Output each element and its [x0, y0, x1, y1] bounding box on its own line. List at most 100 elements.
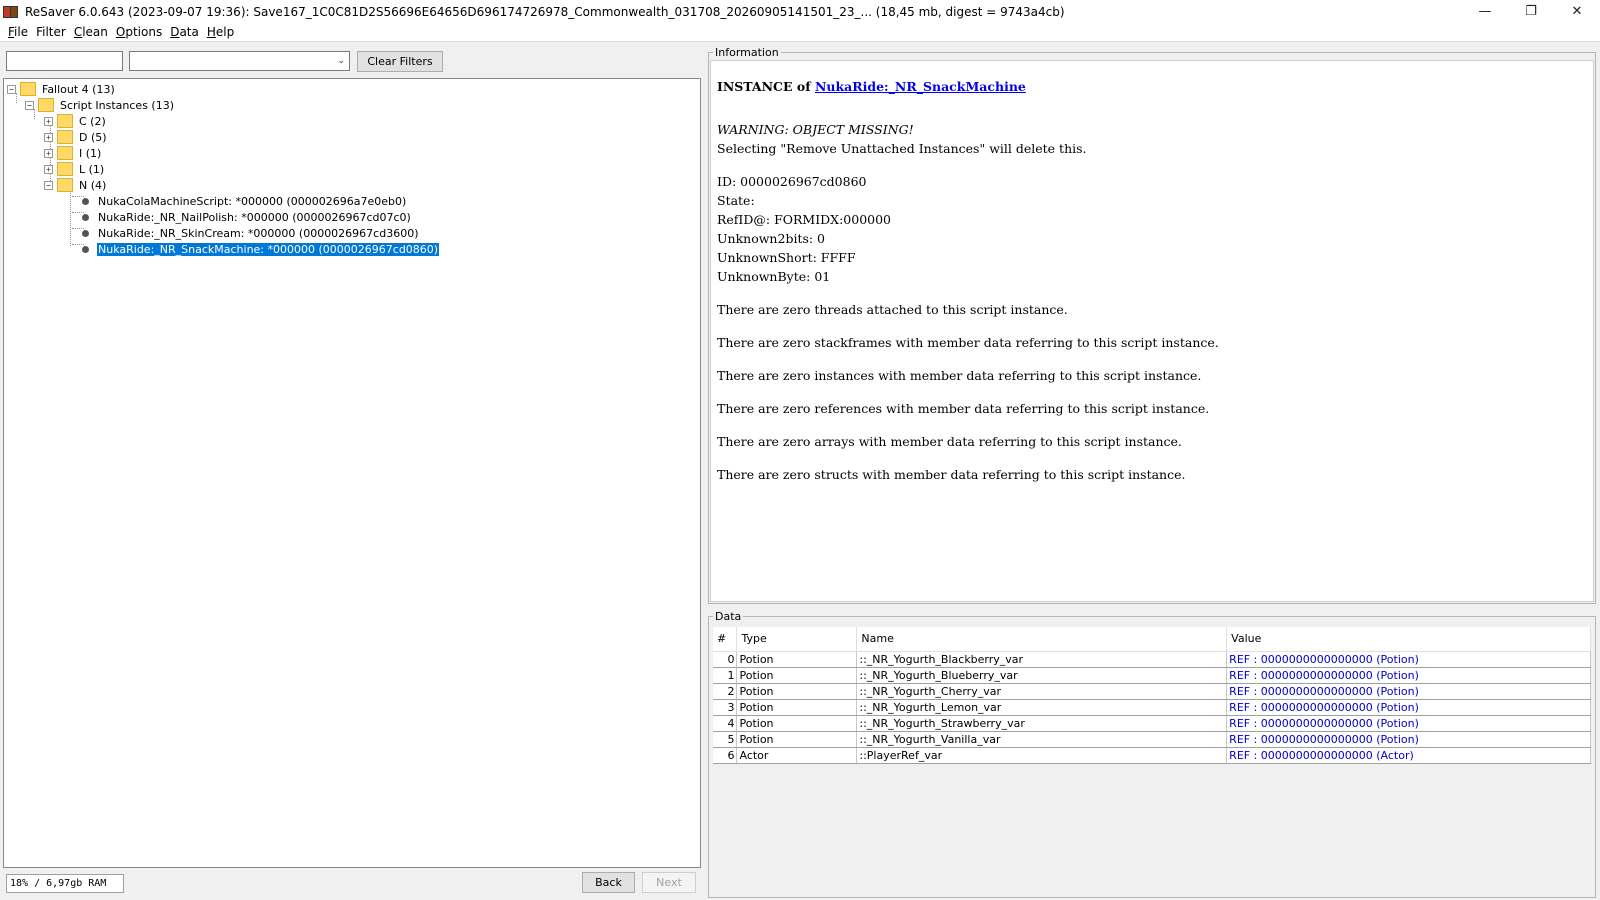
back-button[interactable]: Back — [582, 872, 635, 893]
expand-icon[interactable]: + — [44, 132, 53, 142]
row-type: Potion — [736, 731, 858, 748]
app-icon — [3, 5, 19, 19]
tree-leaf-label: NukaRide:_NR_SnackMachine: *000000 (0000… — [95, 241, 441, 257]
note-arrays: There are zero arrays with member data r… — [717, 434, 1182, 449]
tree-node-label: Fallout 4 (13) — [42, 82, 115, 96]
row-type: Potion — [736, 715, 858, 732]
table-row[interactable]: 4 Potion ::_NR_Yogurth_Strawberry_var RE… — [713, 715, 1591, 732]
table-row[interactable]: 2 Potion ::_NR_Yogurth_Cherry_var REF : … — [713, 683, 1591, 700]
filter-text-input[interactable] — [6, 51, 123, 71]
clear-filters-button[interactable]: Clear Filters — [357, 51, 443, 72]
expand-icon[interactable]: + — [44, 148, 53, 158]
memory-status: 18% / 6,97gb RAM — [6, 874, 124, 893]
column-header-index[interactable]: # — [713, 627, 738, 652]
row-name: ::PlayerRef_var — [856, 747, 1228, 764]
row-value-link[interactable]: REF : 0000000000000000 (Potion) — [1226, 731, 1591, 748]
row-index: 3 — [713, 699, 738, 716]
information-panel: Information INSTANCE of NukaRide:_NR_Sna… — [708, 46, 1596, 604]
tree-node-group-d[interactable]: + D (5) — [44, 129, 108, 145]
note-threads: There are zero threads attached to this … — [717, 302, 1068, 317]
tree-leaf-label: NukaRide:_NR_SkinCream: *000000 (0000026… — [98, 226, 419, 240]
table-row[interactable]: 3 Potion ::_NR_Yogurth_Lemon_var REF : 0… — [713, 699, 1591, 716]
menu-options[interactable]: Options — [112, 25, 166, 39]
minimize-button[interactable]: — — [1462, 0, 1508, 23]
collapse-icon[interactable]: − — [7, 84, 16, 94]
folder-icon — [38, 98, 54, 112]
note-instances: There are zero instances with member dat… — [717, 368, 1202, 383]
tree-node-label: D (5) — [79, 130, 107, 144]
tree-node-group-l[interactable]: + L (1) — [44, 161, 105, 177]
menu-file[interactable]: File — [4, 25, 32, 39]
folder-icon — [57, 130, 73, 144]
field-unknownshort: UnknownShort: FFFF — [717, 250, 856, 265]
column-header-value[interactable]: Value — [1226, 627, 1591, 652]
instance-type-link[interactable]: NukaRide:_NR_SnackMachine — [815, 79, 1026, 94]
warning-text: WARNING: OBJECT MISSING! — [717, 122, 914, 137]
data-table: # Type Name Value 0 Potion ::_NR_Yogurth… — [713, 627, 1591, 764]
tree-node-root[interactable]: − Fallout 4 (13) — [7, 81, 116, 97]
column-header-name[interactable]: Name — [856, 627, 1228, 652]
row-index: 0 — [713, 651, 738, 668]
expand-icon[interactable]: + — [44, 116, 53, 126]
tree-leaf-label: NukaColaMachineScript: *000000 (00000269… — [98, 194, 407, 208]
data-panel: Data # Type Name Value 0 Potion ::_NR_Yo… — [708, 610, 1596, 898]
chevron-down-icon[interactable]: ⌄ — [337, 56, 345, 66]
save-tree[interactable]: − Fallout 4 (13) − Script Instances (13)… — [3, 78, 701, 868]
row-index: 4 — [713, 715, 738, 732]
field-unknown2bits: Unknown2bits: 0 — [717, 231, 826, 246]
expand-icon[interactable]: + — [44, 164, 53, 174]
tree-node-group-c[interactable]: + C (2) — [44, 113, 107, 129]
warning-note: Selecting "Remove Unattached Instances" … — [717, 141, 1087, 156]
instance-title: INSTANCE of NukaRide:_NR_SnackMachine — [717, 79, 1026, 94]
tree-node-script-instances[interactable]: − Script Instances (13) — [25, 97, 175, 113]
row-value-link[interactable]: REF : 0000000000000000 (Potion) — [1226, 715, 1591, 732]
filter-mod-combo[interactable]: ⌄ — [129, 51, 350, 71]
folder-icon — [20, 82, 36, 96]
tree-leaf-label: NukaRide:_NR_NailPolish: *000000 (000002… — [98, 210, 411, 224]
menu-clean[interactable]: Clean — [70, 25, 112, 39]
tree-leaf[interactable]: NukaRide:_NR_NailPolish: *000000 (000002… — [82, 209, 412, 225]
instance-icon — [82, 229, 89, 237]
row-value-link[interactable]: REF : 0000000000000000 (Actor) — [1226, 747, 1591, 764]
instance-icon — [82, 213, 89, 221]
row-value-link[interactable]: REF : 0000000000000000 (Potion) — [1226, 651, 1591, 668]
instance-icon — [82, 197, 89, 205]
table-row[interactable]: 5 Potion ::_NR_Yogurth_Vanilla_var REF :… — [713, 731, 1591, 748]
menu-data[interactable]: Data — [166, 25, 203, 39]
collapse-icon[interactable]: − — [25, 100, 34, 110]
table-row[interactable]: 6 Actor ::PlayerRef_var REF : 0000000000… — [713, 747, 1591, 764]
collapse-icon[interactable]: − — [44, 180, 53, 190]
maximize-button[interactable]: ❐ — [1508, 0, 1554, 23]
tree-node-label: C (2) — [79, 114, 106, 128]
tree-leaf-selected[interactable]: NukaRide:_NR_SnackMachine: *000000 (0000… — [82, 241, 441, 257]
close-button[interactable]: ✕ — [1554, 0, 1600, 23]
tree-leaf[interactable]: NukaColaMachineScript: *000000 (00000269… — [82, 193, 407, 209]
note-structs: There are zero structs with member data … — [717, 467, 1186, 482]
row-value-link[interactable]: REF : 0000000000000000 (Potion) — [1226, 699, 1591, 716]
information-group-label: Information — [713, 46, 781, 59]
table-header-row: # Type Name Value — [713, 627, 1591, 652]
row-type: Actor — [736, 747, 858, 764]
row-name: ::_NR_Yogurth_Vanilla_var — [856, 731, 1228, 748]
menu-filter[interactable]: Filter — [32, 25, 70, 39]
row-value-link[interactable]: REF : 0000000000000000 (Potion) — [1226, 667, 1591, 684]
window-controls: — ❐ ✕ — [1462, 0, 1600, 23]
field-refid: RefID@: FORMIDX:000000 — [717, 212, 891, 227]
note-stackframes: There are zero stackframes with member d… — [717, 335, 1219, 350]
menu-help[interactable]: Help — [203, 25, 238, 39]
tree-node-group-n[interactable]: − N (4) — [44, 177, 107, 193]
tree-node-label: I (1) — [79, 146, 102, 160]
folder-icon — [57, 114, 73, 128]
table-row[interactable]: 1 Potion ::_NR_Yogurth_Blueberry_var REF… — [713, 667, 1591, 684]
folder-icon — [57, 146, 73, 160]
row-index: 6 — [713, 747, 738, 764]
data-group-label: Data — [713, 610, 744, 623]
row-name: ::_NR_Yogurth_Strawberry_var — [856, 715, 1228, 732]
table-row[interactable]: 0 Potion ::_NR_Yogurth_Blackberry_var RE… — [713, 651, 1591, 668]
row-index: 1 — [713, 667, 738, 684]
next-button[interactable]: Next — [642, 872, 696, 893]
row-value-link[interactable]: REF : 0000000000000000 (Potion) — [1226, 683, 1591, 700]
tree-leaf[interactable]: NukaRide:_NR_SkinCream: *000000 (0000026… — [82, 225, 420, 241]
column-header-type[interactable]: Type — [736, 627, 858, 652]
tree-node-group-i[interactable]: + I (1) — [44, 145, 102, 161]
